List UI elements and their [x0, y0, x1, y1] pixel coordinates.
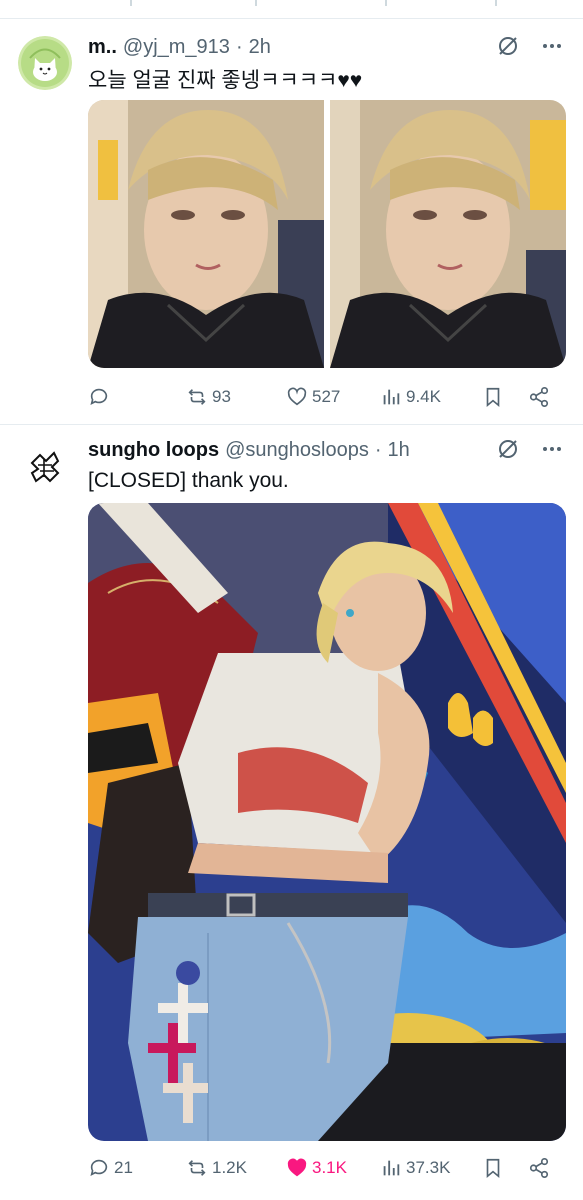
display-name[interactable]: sungho loops — [88, 439, 219, 462]
tweet-text: 오늘 얼굴 진짜 좋넹ㅋㅋㅋㅋ♥♥ — [88, 69, 363, 92]
reply-button[interactable]: 21 — [88, 1153, 133, 1183]
more-icon[interactable] — [540, 34, 564, 58]
tweet-photo[interactable] — [330, 100, 566, 368]
tweet[interactable]: sungho loops @sunghosloops · 1h [CLOSED]… — [0, 425, 583, 1200]
grok-icon[interactable] — [496, 34, 520, 58]
reply-icon — [90, 1159, 108, 1176]
previous-action-icon — [255, 0, 267, 6]
avatar[interactable] — [18, 441, 72, 495]
tweet-photo[interactable] — [88, 503, 566, 1141]
bookmark-icon — [486, 387, 500, 408]
like-button[interactable]: 3.1K — [286, 1153, 347, 1183]
retweet-count: 93 — [212, 387, 231, 406]
retweet-button[interactable]: 93 — [186, 382, 231, 412]
timestamp[interactable]: 1h — [388, 439, 410, 462]
divider — [0, 18, 583, 19]
media-grid[interactable] — [88, 100, 566, 368]
action-bar: 93 527 9.4K — [88, 382, 553, 412]
tweet[interactable]: m.. @yj_m_913 · 2h 오늘 얼굴 진짜 좋넹ㅋㅋㅋㅋ♥♥ 93 … — [0, 20, 583, 424]
share-button[interactable] — [528, 1153, 550, 1183]
share-icon — [529, 1158, 549, 1178]
retweet-icon — [188, 389, 206, 405]
bookmark-button[interactable] — [482, 382, 504, 412]
share-icon — [529, 387, 549, 407]
grok-icon[interactable] — [496, 437, 520, 461]
tweet-text: [CLOSED] thank you. — [88, 469, 289, 492]
display-name[interactable]: m.. — [88, 36, 117, 59]
previous-action-icon — [385, 0, 397, 6]
retweet-button[interactable]: 1.2K — [186, 1153, 247, 1183]
avatar[interactable] — [18, 36, 72, 90]
separator-dot: · — [374, 438, 382, 461]
handle[interactable]: @sunghosloops — [225, 439, 369, 462]
handle[interactable]: @yj_m_913 — [123, 36, 230, 59]
like-button[interactable]: 527 — [286, 382, 340, 412]
tweet-header: sungho loops @sunghosloops · 1h — [88, 437, 513, 463]
reply-button[interactable] — [88, 382, 114, 412]
like-count: 527 — [312, 387, 341, 406]
retweet-icon — [188, 1160, 206, 1176]
previous-tweet-remnant — [0, 0, 583, 20]
views-icon — [383, 1160, 400, 1176]
like-icon — [287, 387, 307, 406]
views-icon — [383, 389, 400, 405]
reply-icon — [90, 388, 108, 405]
more-icon[interactable] — [540, 437, 564, 461]
separator-dot: · — [235, 35, 243, 58]
bookmark-button[interactable] — [482, 1153, 504, 1183]
tweet-header: m.. @yj_m_913 · 2h — [88, 34, 513, 60]
reply-count: 21 — [114, 1158, 133, 1177]
bookmark-icon — [486, 1158, 500, 1179]
like-icon — [287, 1158, 307, 1177]
view-count: 9.4K — [406, 387, 441, 406]
previous-action-icon — [130, 0, 142, 6]
previous-action-icon — [495, 0, 507, 6]
view-count: 37.3K — [406, 1158, 451, 1177]
views-button[interactable]: 9.4K — [380, 382, 441, 412]
action-bar: 21 1.2K 3.1K 37.3K — [88, 1153, 553, 1183]
timestamp[interactable]: 2h — [249, 36, 271, 59]
like-count: 3.1K — [312, 1158, 347, 1177]
views-button[interactable]: 37.3K — [380, 1153, 450, 1183]
share-button[interactable] — [528, 382, 550, 412]
retweet-count: 1.2K — [212, 1158, 247, 1177]
tweet-photo[interactable] — [88, 100, 324, 368]
